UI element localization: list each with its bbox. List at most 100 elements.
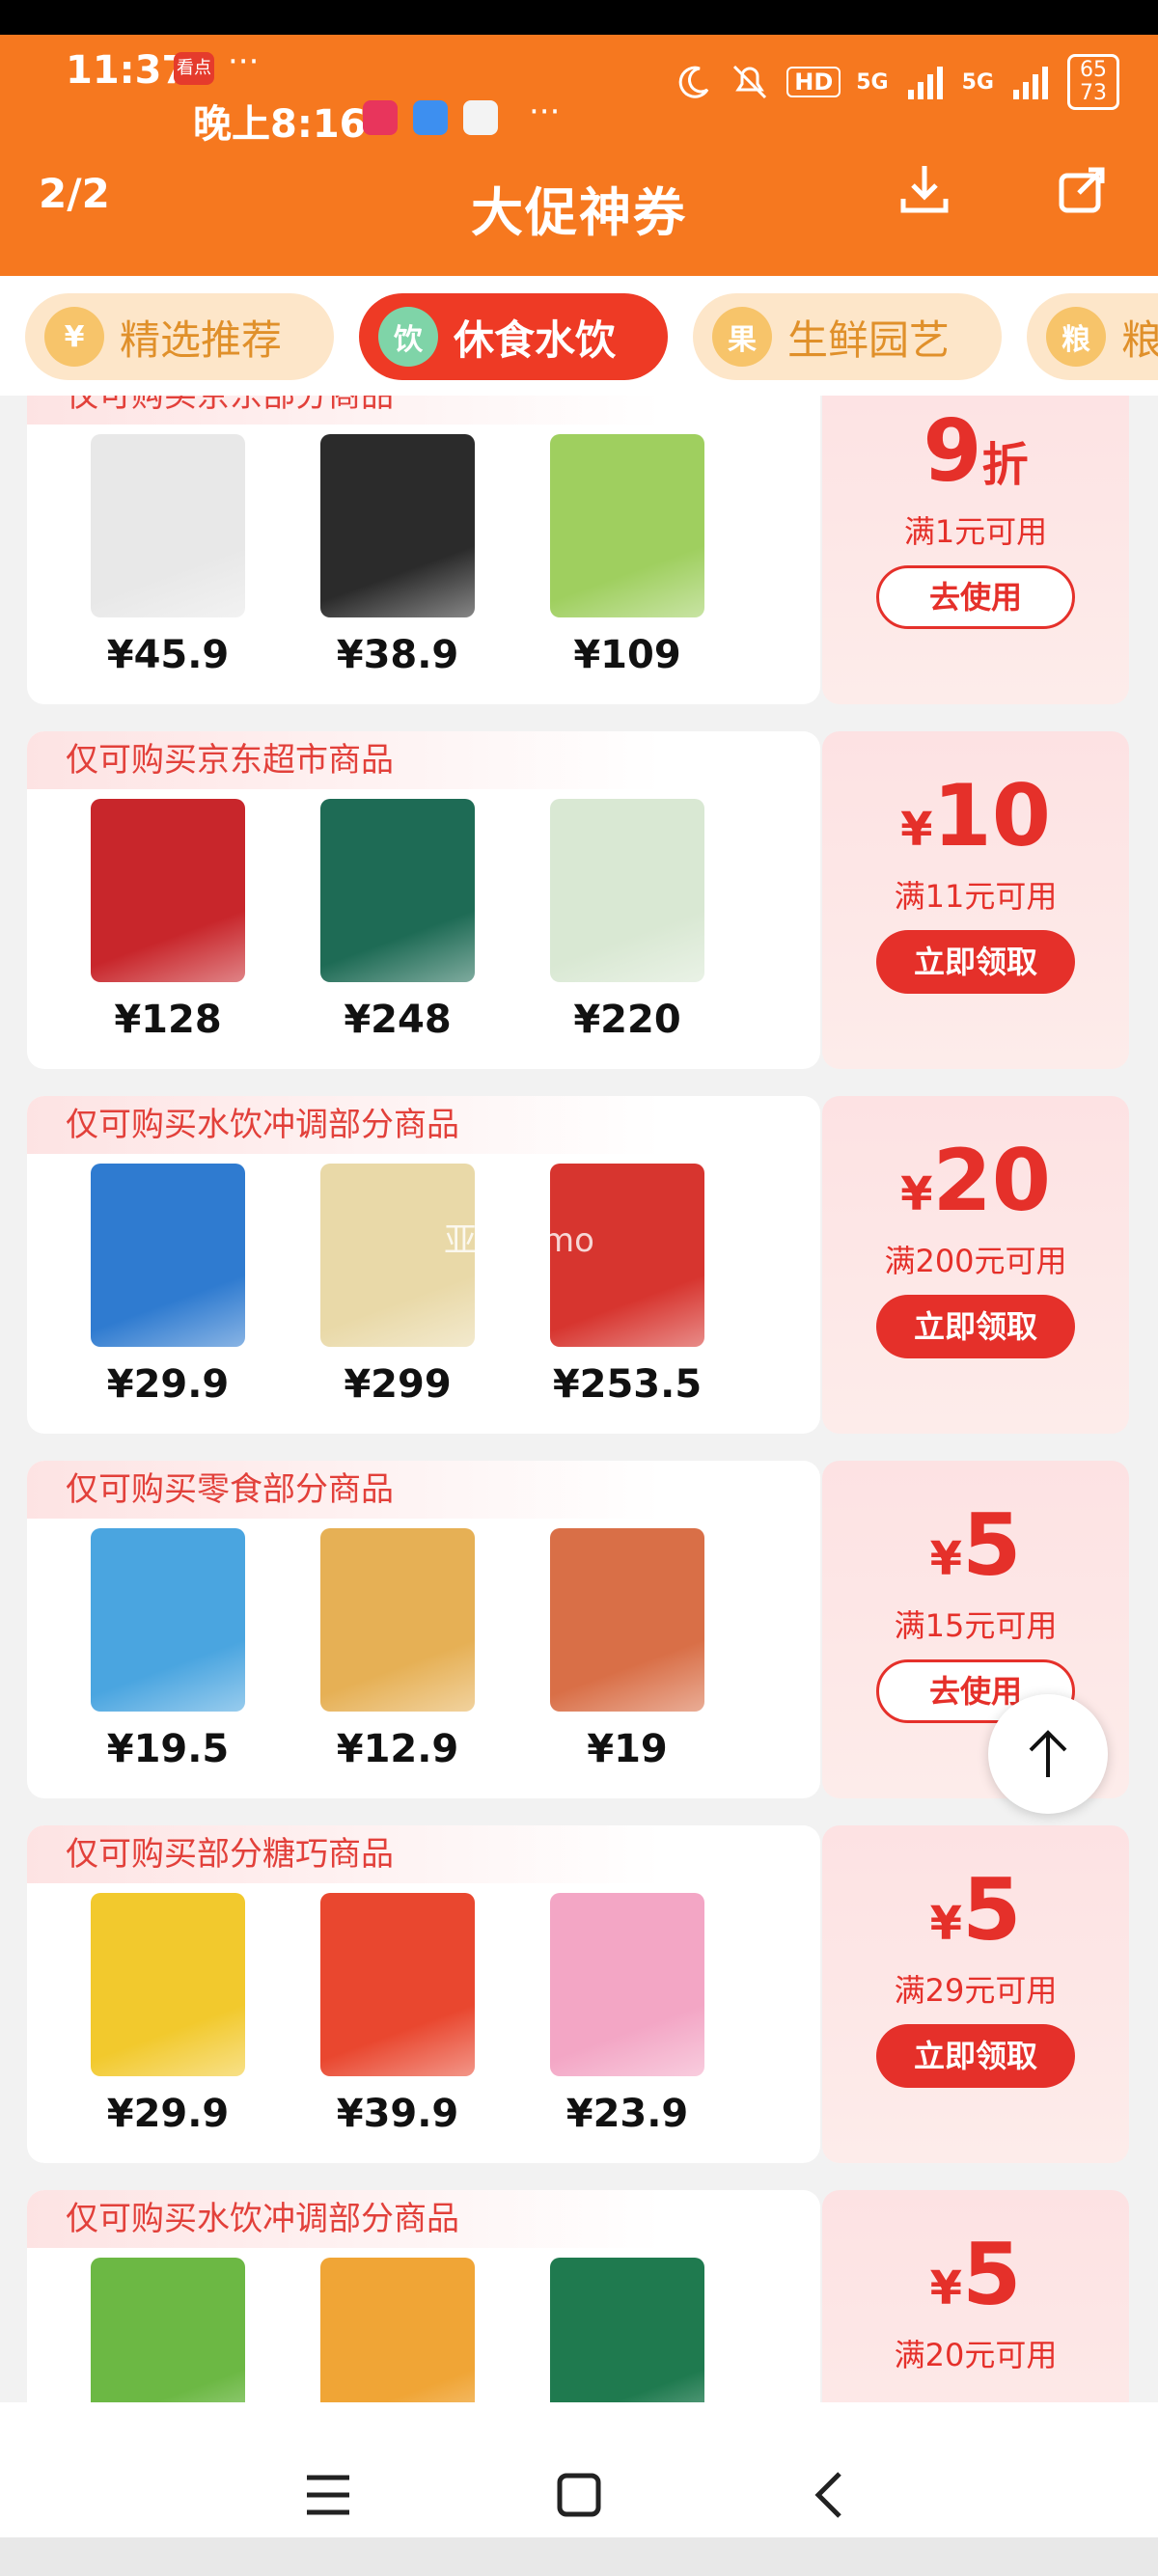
- amount-prefix: ¥: [929, 1897, 963, 1951]
- product-price: ¥29.9: [106, 2092, 230, 2136]
- coupon-condition: 满15元可用: [894, 1607, 1058, 1644]
- tab-fresh-garden[interactable]: 果 生鲜园艺: [693, 293, 1002, 380]
- product-item[interactable]: ¥253.5: [531, 1164, 724, 1424]
- product-item[interactable]: ¥19.5: [71, 1528, 264, 1789]
- status-time-secondary: 晚上8:16: [193, 102, 367, 147]
- product-image: [91, 799, 245, 982]
- product-item[interactable]: [71, 2258, 264, 2402]
- coupon-scope: 仅可购买零食部分商品: [27, 1461, 820, 1519]
- coupon-goods: 仅可购买部分糖巧商品 ¥29.9 ¥39.9 ¥23.9: [27, 1825, 820, 2163]
- amount-value: 10: [932, 766, 1051, 865]
- coupon-card: 仅可购买京东部分商品 ¥45.9 ¥38.9 ¥109 9折 满1元可用 去使用: [27, 396, 1129, 704]
- product-item[interactable]: ¥19: [531, 1528, 724, 1789]
- product-item[interactable]: ¥128: [71, 799, 264, 1059]
- back-icon[interactable]: [791, 2456, 868, 2534]
- coupon-condition: 满20元可用: [894, 2337, 1058, 2373]
- amount-value: 5: [962, 1860, 1022, 1959]
- amount-prefix: ¥: [929, 1532, 963, 1586]
- product-price: ¥253.5: [552, 1362, 703, 1407]
- product-price: ¥19: [587, 1727, 668, 1771]
- product-price: ¥299: [344, 1362, 452, 1407]
- message-app-icon: [413, 100, 448, 135]
- product-item[interactable]: ¥109: [531, 434, 724, 695]
- battery-level-top: 65: [1080, 58, 1107, 82]
- network-5g-1: 5G: [856, 69, 889, 95]
- product-image: [320, 1893, 475, 2076]
- product-item[interactable]: [301, 2258, 494, 2402]
- hd-badge: HD: [786, 67, 841, 97]
- coupon-deal: ¥5 满29元可用 立即领取: [822, 1825, 1129, 2163]
- product-price: ¥45.9: [106, 633, 230, 677]
- signal-icon: [907, 67, 943, 99]
- tab-snacks-drinks[interactable]: 饮 休食水饮: [359, 293, 668, 380]
- product-item[interactable]: ¥45.9: [71, 434, 264, 695]
- grain-icon: 粮: [1046, 307, 1106, 367]
- battery-level-bottom: 73: [1080, 81, 1107, 105]
- amount-value: 5: [962, 2225, 1022, 2324]
- coupon-condition: 满200元可用: [884, 1243, 1067, 1279]
- claim-coupon-button[interactable]: 立即领取: [876, 2024, 1075, 2088]
- bottom-strip: [0, 2537, 1158, 2576]
- product-price: ¥19.5: [106, 1727, 230, 1771]
- product-image: [320, 1528, 475, 1712]
- product-price: ¥12.9: [336, 1727, 459, 1771]
- tab-label: 粮: [1121, 315, 1158, 364]
- coupon-amount: ¥5: [822, 1497, 1129, 1607]
- top-black-bar: [0, 0, 1158, 35]
- download-icon[interactable]: [894, 158, 955, 220]
- coupon-amount: ¥10: [822, 768, 1129, 878]
- product-image: [320, 2258, 475, 2402]
- product-price: ¥128: [114, 998, 222, 1042]
- coupon-amount: ¥5: [822, 2227, 1129, 2337]
- product-item[interactable]: ¥39.9: [301, 1893, 494, 2153]
- product-image: [320, 434, 475, 617]
- coupon-card: 仅可购买部分糖巧商品 ¥29.9 ¥39.9 ¥23.9 ¥5 满29元可用 立…: [27, 1825, 1129, 2163]
- status-indicators: HD 5G 5G 65 73: [675, 54, 1119, 110]
- amount-prefix: ¥: [900, 1167, 933, 1221]
- product-item[interactable]: ¥248: [301, 799, 494, 1059]
- status-time: 11:37: [66, 48, 189, 93]
- product-item[interactable]: ¥299: [301, 1164, 494, 1424]
- coupon-condition: 满29元可用: [894, 1972, 1058, 2009]
- product-image: [91, 2258, 245, 2402]
- coupon-goods: 仅可购买水饮冲调部分商品: [27, 2190, 820, 2402]
- back-to-top-button[interactable]: [988, 1694, 1108, 1814]
- product-image: [550, 1528, 704, 1712]
- coupon-amount: ¥5: [822, 1862, 1129, 1972]
- product-item[interactable]: ¥12.9: [301, 1528, 494, 1789]
- watermark: 亚当新mo: [444, 1221, 594, 1260]
- product-item[interactable]: ¥220: [531, 799, 724, 1059]
- share-icon[interactable]: [1052, 158, 1114, 220]
- product-item[interactable]: ¥38.9: [301, 434, 494, 695]
- amount-value: 5: [962, 1495, 1022, 1595]
- coupon-scope: 仅可购买水饮冲调部分商品: [27, 2190, 820, 2248]
- product-price: ¥38.9: [336, 633, 459, 677]
- product-image: [550, 2258, 704, 2402]
- coupon-card: 仅可购买水饮冲调部分商品 ¥5 满20元可用: [27, 2190, 1129, 2402]
- coupon-scope: 仅可购买京东超市商品: [27, 731, 820, 789]
- page-title: 大促神券: [471, 182, 687, 243]
- header: 11:37 看点 ··· 晚上8:16 ··· HD 5G 5G 65 73 2…: [0, 35, 1158, 276]
- coupon-goods: 仅可购买京东超市商品 ¥128 ¥248 ¥220: [27, 731, 820, 1069]
- notification-app-icon: [363, 100, 398, 135]
- product-image: [91, 1893, 245, 2076]
- tab-grain[interactable]: 粮 粮: [1027, 293, 1158, 380]
- status-more-2: ···: [529, 93, 561, 131]
- product-item[interactable]: [531, 2258, 724, 2402]
- product-item[interactable]: ¥29.9: [71, 1893, 264, 2153]
- product-item[interactable]: ¥29.9: [71, 1164, 264, 1424]
- claim-coupon-button[interactable]: 立即领取: [876, 1295, 1075, 1358]
- network-5g-2: 5G: [961, 69, 994, 95]
- product-price: ¥29.9: [106, 1362, 230, 1407]
- coupon-scope: 仅可购买京东部分商品: [27, 396, 820, 425]
- home-icon[interactable]: [540, 2456, 618, 2534]
- menu-icon[interactable]: [290, 2456, 367, 2534]
- amount-prefix: ¥: [900, 803, 933, 857]
- product-item[interactable]: ¥23.9: [531, 1893, 724, 2153]
- use-coupon-button[interactable]: 去使用: [876, 565, 1075, 629]
- coupon-list: 仅可购买京东部分商品 ¥45.9 ¥38.9 ¥109 9折 满1元可用 去使用…: [0, 396, 1158, 2402]
- tab-featured[interactable]: ¥ 精选推荐: [25, 293, 334, 380]
- claim-coupon-button[interactable]: 立即领取: [876, 930, 1075, 994]
- product-price: ¥109: [573, 633, 681, 677]
- coupon-goods: 仅可购买京东部分商品 ¥45.9 ¥38.9 ¥109: [27, 396, 820, 704]
